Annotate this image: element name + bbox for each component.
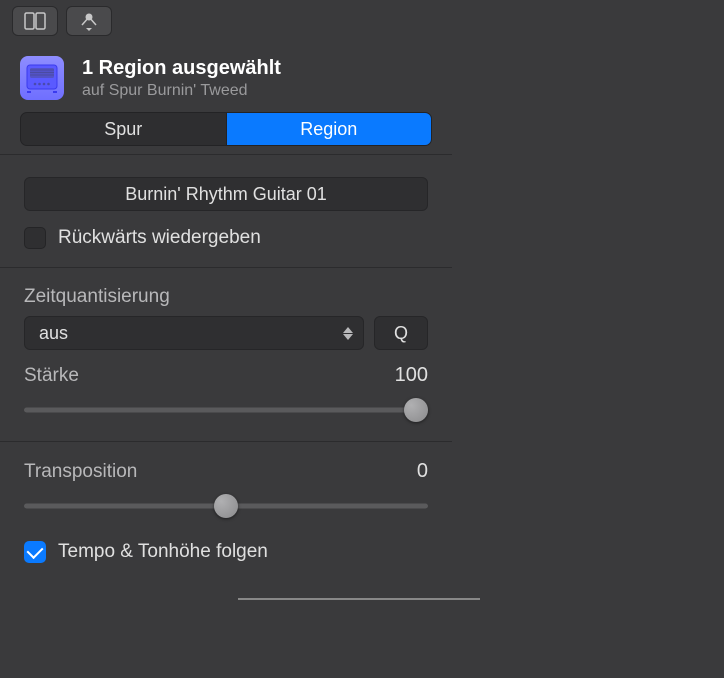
transpose-value[interactable]: 0 [417,460,428,483]
track-region-segmented-control: Spur Region [20,112,432,146]
quantize-label: Zeitquantisierung [24,286,428,308]
region-selection-title: 1 Region ausgewählt [82,57,281,80]
reverse-checkbox-label: Rückwärts wiedergeben [58,227,261,249]
region-selection-subtitle: auf Spur Burnin' Tweed [82,82,281,100]
library-button[interactable] [12,6,58,36]
transpose-slider[interactable] [24,493,428,519]
strength-slider[interactable] [24,397,428,423]
transpose-label: Transposition [24,461,137,483]
region-name-value: Burnin' Rhythm Guitar 01 [125,184,327,205]
toolbar [0,0,452,42]
stepper-arrows-icon [343,327,353,340]
segment-track[interactable]: Spur [21,113,227,145]
quantize-select[interactable]: aus [24,316,364,350]
track-amp-icon [20,56,64,100]
strength-value[interactable]: 100 [395,364,428,387]
strength-slider-thumb[interactable] [404,398,428,422]
segment-track-label: Spur [104,119,142,140]
callout-line [238,598,480,600]
quantize-select-value: aus [39,323,68,344]
follow-tempo-pitch-label: Tempo & Tonhöhe folgen [58,541,268,563]
region-name-input[interactable]: Burnin' Rhythm Guitar 01 [24,177,428,211]
follow-tempo-pitch-checkbox[interactable] [24,541,46,563]
strength-label: Stärke [24,365,79,387]
reverse-checkbox[interactable] [24,227,46,249]
segment-region-label: Region [300,119,357,140]
transpose-slider-thumb[interactable] [214,494,238,518]
quantize-apply-label: Q [394,323,408,344]
editor-dropdown-button[interactable] [66,6,112,36]
quantize-apply-button[interactable]: Q [374,316,428,350]
segment-region[interactable]: Region [227,113,432,145]
